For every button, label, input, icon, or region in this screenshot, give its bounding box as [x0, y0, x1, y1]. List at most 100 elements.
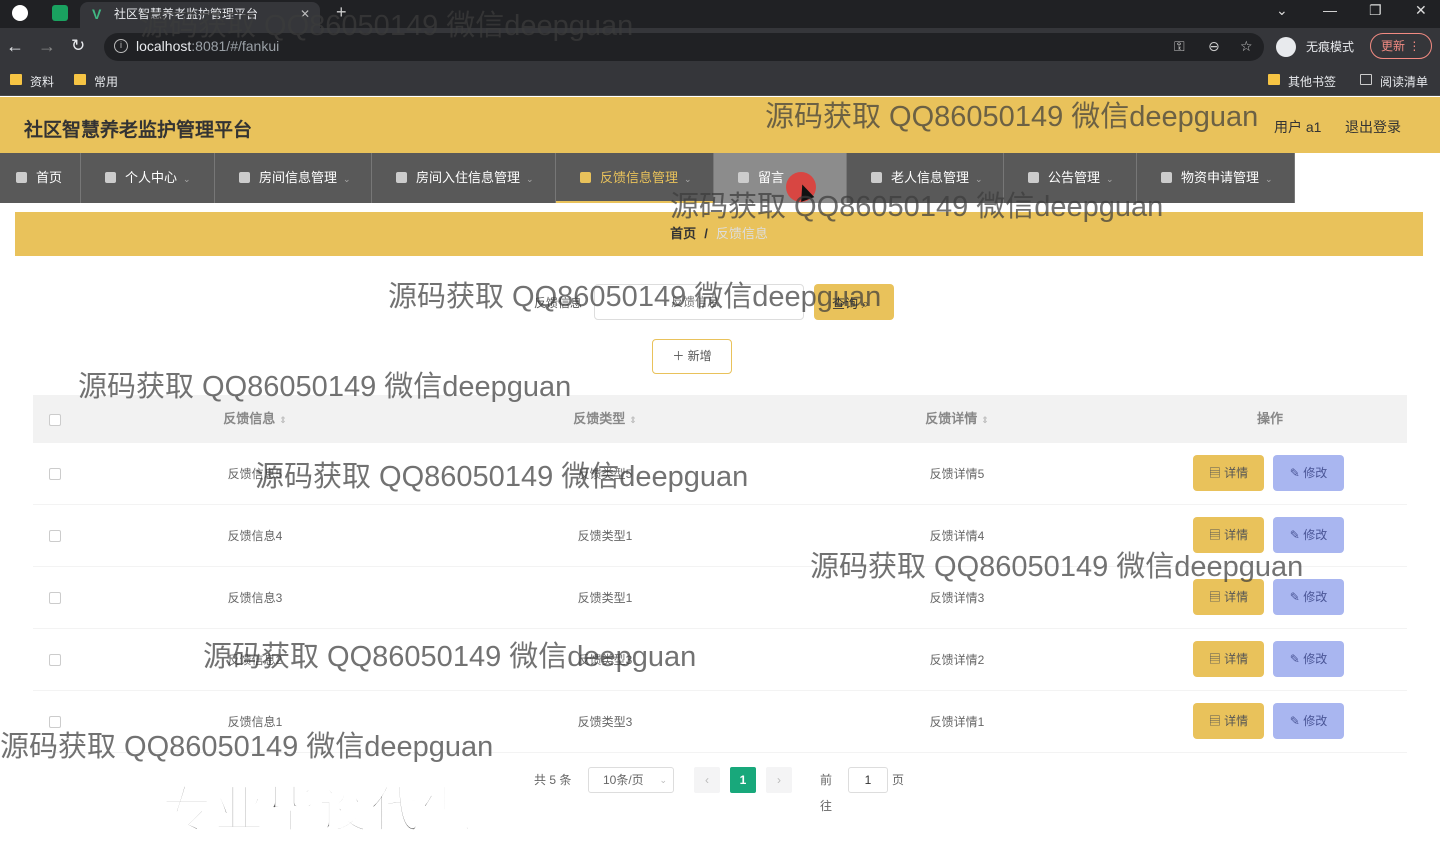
column-header-info[interactable]: 反馈信息 ⇕	[81, 395, 429, 443]
header-label: 反馈信息	[223, 411, 276, 426]
breadcrumb-home[interactable]: 首页	[670, 226, 696, 241]
table-row: 反馈信息2 反馈类型3 反馈详情2 ▤ 详情 ✎ 修改	[33, 629, 1407, 691]
cell-info: 反馈信息3	[227, 591, 283, 605]
close-tab-icon[interactable]: ✕	[300, 2, 310, 26]
edit-button[interactable]: ✎ 修改	[1273, 703, 1344, 739]
new-tab-icon[interactable]: +	[336, 2, 347, 23]
incognito-icon	[1276, 37, 1296, 57]
tab-search-icon[interactable]: ⌄	[1276, 2, 1288, 19]
search-input[interactable]	[594, 284, 804, 320]
edit-label: 修改	[1303, 466, 1328, 480]
search-button[interactable]: 查询 ⌕	[814, 284, 894, 320]
menu-icon	[239, 172, 250, 183]
nav-label: 房间信息管理	[259, 170, 338, 185]
update-button[interactable]: 更新 ⋮	[1370, 33, 1432, 59]
detail-button[interactable]: ▤ 详情	[1193, 703, 1264, 739]
nav-label: 留言	[758, 170, 785, 185]
nav-item-home[interactable]: 首页	[0, 153, 81, 203]
back-icon[interactable]: ←	[6, 36, 24, 56]
column-header-type[interactable]: 反馈类型 ⇕	[429, 395, 781, 443]
column-header-detail[interactable]: 反馈详情 ⇕	[781, 395, 1133, 443]
detail-button[interactable]: ▤ 详情	[1193, 455, 1264, 491]
bookmark-folder-0[interactable]: 资料	[10, 73, 54, 90]
nav-item-supplies[interactable]: 物资申请管理 ⌄	[1137, 153, 1295, 203]
prev-page-button[interactable]: ‹	[694, 767, 720, 793]
sheets-tab-icon[interactable]	[52, 5, 68, 21]
nav-item-checkin[interactable]: 房间入住信息管理 ⌄	[372, 153, 556, 203]
nav-item-notices[interactable]: 公告管理 ⌄	[1004, 153, 1137, 203]
menu-icon	[580, 172, 591, 183]
browser-tab-active[interactable]: V 社区智慧养老监护管理平台 ✕	[80, 2, 320, 28]
document-icon: ▤	[1208, 528, 1221, 542]
row-checkbox[interactable]	[49, 468, 61, 480]
row-checkbox[interactable]	[49, 654, 61, 666]
row-checkbox[interactable]	[49, 716, 61, 728]
edit-button[interactable]: ✎ 修改	[1273, 455, 1344, 491]
edit-button[interactable]: ✎ 修改	[1273, 517, 1344, 553]
next-page-button[interactable]: ›	[766, 767, 792, 793]
page-size-select[interactable]: 10条/页 ⌄	[588, 767, 674, 793]
logout-link[interactable]: 退出登录	[1345, 117, 1401, 137]
nav-item-profile[interactable]: 个人中心 ⌄	[81, 153, 215, 203]
row-checkbox[interactable]	[49, 530, 61, 542]
edit-icon: ✎	[1289, 590, 1300, 604]
table-row: 反馈信息1 反馈类型3 反馈详情1 ▤ 详情 ✎ 修改	[33, 691, 1407, 753]
restore-icon[interactable]: ❐	[1369, 2, 1382, 19]
reading-list[interactable]: 阅读清单	[1360, 73, 1428, 90]
table-row: 反馈信息3 反馈类型1 反馈详情3 ▤ 详情 ✎ 修改	[33, 567, 1407, 629]
sort-icon[interactable]: ⇕	[981, 415, 989, 425]
cell-detail: 反馈详情4	[929, 529, 985, 543]
select-all-checkbox[interactable]	[49, 414, 61, 426]
detail-button[interactable]: ▤ 详情	[1193, 641, 1264, 677]
detail-button[interactable]: ▤ 详情	[1193, 579, 1264, 615]
detail-label: 详情	[1224, 590, 1249, 604]
close-window-icon[interactable]: ✕	[1415, 2, 1427, 19]
address-bar[interactable]: i localhost:8081/#/fankui ⚿ ⊖ ☆	[104, 33, 1264, 61]
nav-item-messages[interactable]: 留言	[714, 153, 847, 203]
app-header: 社区智慧养老监护管理平台 用户 a1 退出登录	[0, 97, 1440, 153]
incognito-indicator[interactable]: 无痕模式	[1274, 32, 1354, 62]
folder-icon	[10, 74, 22, 85]
bookmark-star-icon[interactable]: ☆	[1240, 38, 1253, 55]
site-info-icon[interactable]: i	[114, 39, 128, 53]
menu-icon	[1161, 172, 1172, 183]
url-host: localhost	[136, 38, 192, 54]
minimize-icon[interactable]: —	[1323, 2, 1337, 18]
edit-button[interactable]: ✎ 修改	[1273, 641, 1344, 677]
nav-item-rooms[interactable]: 房间信息管理 ⌄	[215, 153, 372, 203]
nav-item-feedback[interactable]: 反馈信息管理 ⌄	[556, 153, 714, 203]
edit-button[interactable]: ✎ 修改	[1273, 579, 1344, 615]
url-path: :8081/#/fankui	[191, 38, 280, 54]
nav-item-elderly[interactable]: 老人信息管理 ⌄	[847, 153, 1004, 203]
cell-type: 反馈类型5	[577, 467, 633, 481]
goto-page-input[interactable]: 1	[848, 767, 888, 793]
sort-icon[interactable]: ⇕	[279, 415, 287, 425]
top-nav: 首页 个人中心 ⌄ 房间信息管理 ⌄ 房间入住信息管理 ⌄ 反馈信息管理 ⌄ 留言 老人…	[0, 153, 1440, 203]
other-bookmarks[interactable]: 其他书签	[1268, 73, 1336, 90]
row-checkbox[interactable]	[49, 592, 61, 604]
menu-icon	[871, 172, 882, 183]
cell-type: 反馈类型3	[577, 715, 633, 729]
table-header: 反馈信息 ⇕ 反馈类型 ⇕ 反馈详情 ⇕ 操作	[33, 395, 1407, 443]
detail-button[interactable]: ▤ 详情	[1193, 517, 1264, 553]
browser-profile-icon[interactable]	[12, 5, 28, 21]
nav-label: 个人中心	[125, 170, 178, 185]
reading-list-icon	[1360, 74, 1372, 85]
browser-tabbar: V 社区智慧养老监护管理平台 ✕ + ⌄ — ❐ ✕	[0, 0, 1440, 28]
user-icon	[105, 172, 116, 183]
forward-icon[interactable]: →	[38, 36, 56, 56]
add-button[interactable]: ＋ 新增	[652, 339, 732, 374]
bookmark-label: 阅读清单	[1380, 75, 1429, 89]
key-icon[interactable]: ⚿	[1174, 38, 1185, 55]
page-number-current[interactable]: 1	[730, 767, 756, 793]
pagination-total: 共 5 条	[534, 773, 572, 787]
sort-icon[interactable]: ⇕	[629, 415, 637, 425]
cell-info: 反馈信息1	[227, 715, 283, 729]
chevron-down-icon: ⌄	[684, 174, 692, 184]
reload-icon[interactable]: ↻	[71, 36, 85, 56]
bookmarks-bar: 资料 常用 其他书签 阅读清单	[0, 66, 1440, 96]
zoom-icon[interactable]: ⊖	[1208, 38, 1220, 55]
edit-icon: ✎	[1289, 466, 1300, 480]
bookmark-folder-1[interactable]: 常用	[74, 73, 118, 90]
watermark-banner: 专业毕设代做	[161, 781, 474, 839]
